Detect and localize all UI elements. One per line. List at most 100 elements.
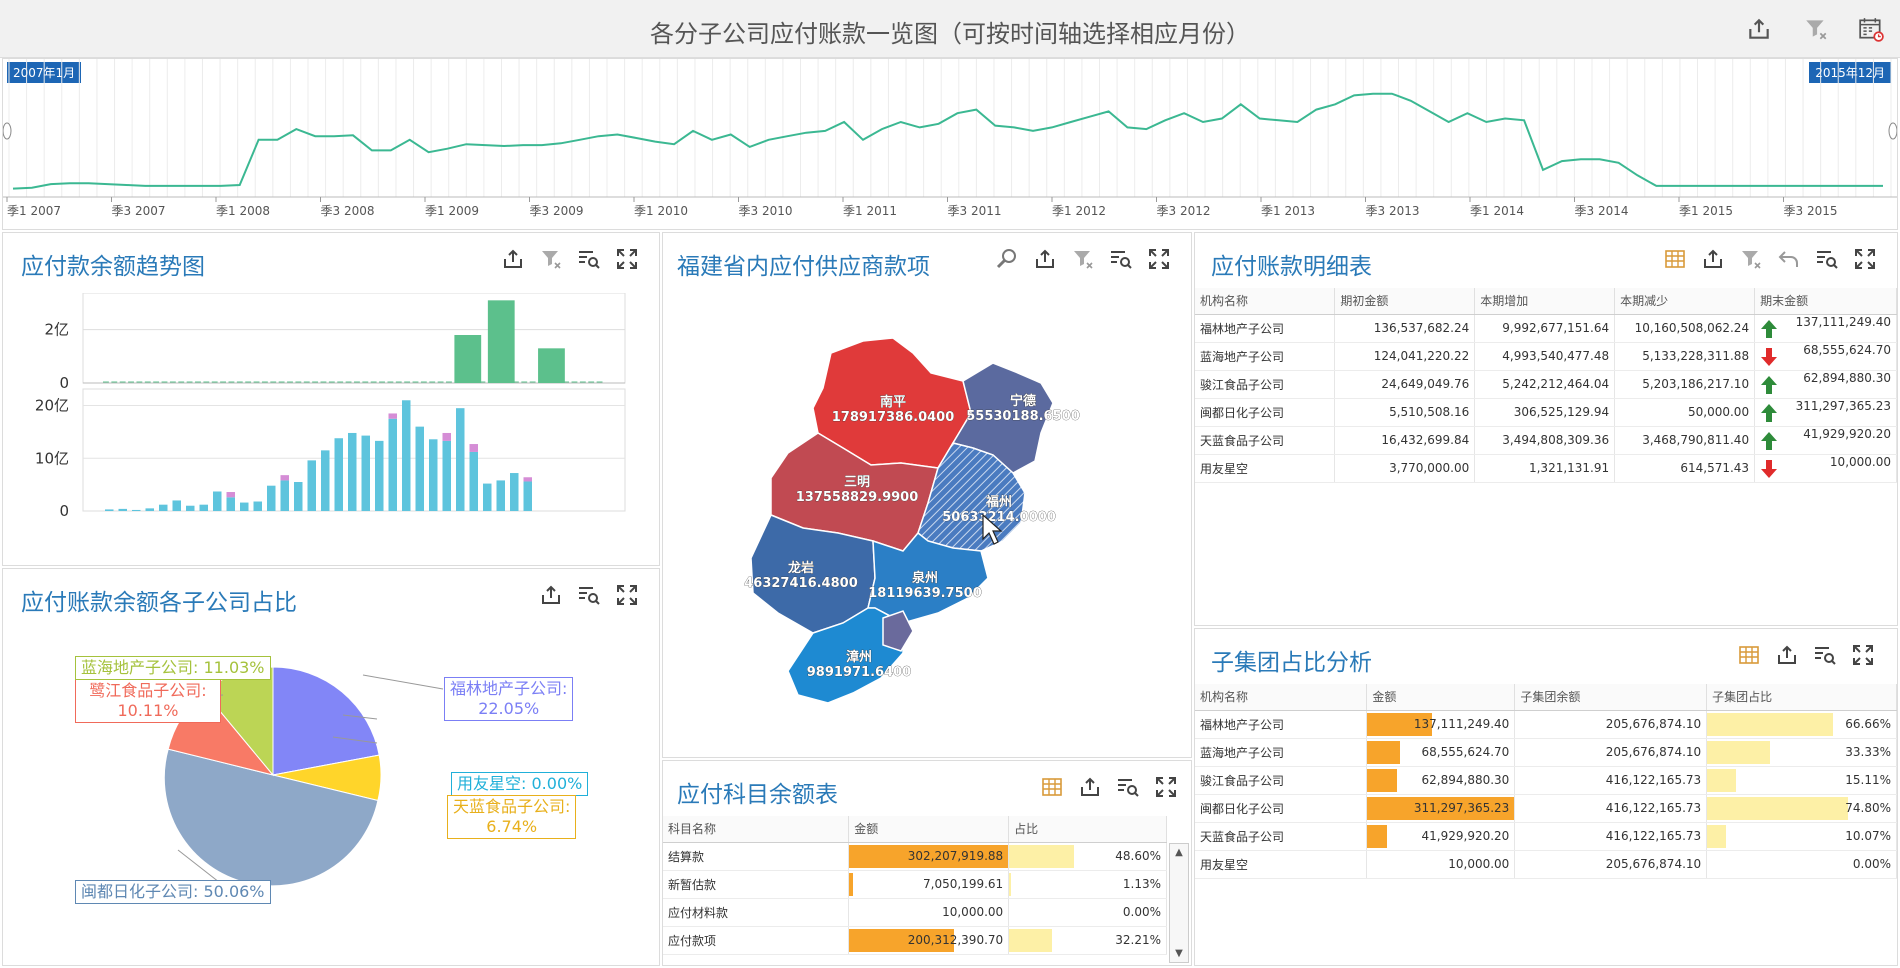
fullscreen-button[interactable] xyxy=(613,245,641,273)
trend-chart[interactable]: 2亿 0 20亿 10亿 0 xyxy=(3,293,659,563)
fullscreen-button[interactable] xyxy=(1849,641,1877,669)
table-row[interactable]: 用友星空 10,000.00 205,676,874.10 0.00% xyxy=(1195,850,1897,879)
chart1-bar[interactable] xyxy=(538,348,565,383)
chart2-bar[interactable] xyxy=(483,483,492,511)
chart2-bar[interactable] xyxy=(186,505,195,511)
column-header[interactable]: 金额 xyxy=(848,816,1010,843)
fullscreen-button[interactable] xyxy=(1851,245,1879,273)
column-header[interactable]: 本期减少 xyxy=(1614,288,1756,315)
table-row[interactable]: 蓝海地产子公司 68,555,624.70 205,676,874.10 33.33% xyxy=(1195,738,1897,767)
table-row[interactable]: 应付材料款 10,000.00 0.00% xyxy=(663,898,1167,927)
chart2-bar[interactable] xyxy=(240,502,249,511)
chart2-accent-bar[interactable] xyxy=(226,492,236,498)
chart2-bar[interactable] xyxy=(361,435,371,511)
chart2-bar[interactable] xyxy=(267,485,276,511)
export-button[interactable] xyxy=(1076,773,1104,801)
undo-button[interactable] xyxy=(1775,245,1803,273)
export-button[interactable] xyxy=(1031,245,1059,273)
grid-view-button[interactable] xyxy=(1661,245,1689,273)
grid-view-button[interactable] xyxy=(1735,641,1763,669)
chart2-accent-bar[interactable] xyxy=(523,477,533,482)
table-row[interactable]: 骏江食品子公司 24,649,049.76 5,242,212,464.04 5,20… xyxy=(1195,370,1897,399)
chart1-bar[interactable] xyxy=(454,335,482,383)
column-header[interactable]: 金额 xyxy=(1366,684,1516,711)
table-row[interactable]: 蓝海地产子公司 124,041,220.22 4,993,540,477.48 5,1… xyxy=(1195,342,1897,371)
chart2-accent-bar[interactable] xyxy=(442,432,452,441)
clear-filter-button[interactable] xyxy=(1069,245,1097,273)
export-button[interactable] xyxy=(1773,641,1801,669)
table-row[interactable]: 福林地产子公司 136,537,682.24 9,992,677,151.64 10,… xyxy=(1195,314,1897,343)
chart2-accent-bar[interactable] xyxy=(280,475,290,481)
column-header[interactable]: 机构名称 xyxy=(1195,684,1368,711)
scroll-down-icon[interactable]: ▼ xyxy=(1170,948,1188,959)
column-header[interactable]: 占比 xyxy=(1008,816,1167,843)
chart2-bar[interactable] xyxy=(496,480,506,511)
table-row[interactable]: 新暂估款 7,050,199.61 1.13% xyxy=(663,870,1167,899)
chart2-bar[interactable] xyxy=(132,509,141,511)
chart2-bar[interactable] xyxy=(213,491,222,511)
table-row[interactable]: 天蓝食品子公司 16,432,699.84 3,494,808,309.36 3,46… xyxy=(1195,426,1897,455)
chart2-bar[interactable] xyxy=(253,501,263,511)
timeline-panel[interactable]: 2007年1月 2015年12月 季1 2007 季3 2007 季1 2008 季3… xyxy=(2,58,1898,230)
chart2-bar[interactable] xyxy=(375,440,384,511)
column-header[interactable]: 子集团余额 xyxy=(1514,684,1708,711)
drill-button[interactable] xyxy=(1114,773,1142,801)
column-header[interactable]: 本期增加 xyxy=(1474,288,1616,315)
export-button[interactable] xyxy=(1744,14,1774,44)
chart2-bar[interactable] xyxy=(307,460,317,511)
chart2-bar[interactable] xyxy=(510,473,519,511)
chart2-bar[interactable] xyxy=(334,438,344,511)
chart2-bar[interactable] xyxy=(456,408,465,511)
table-row[interactable]: 应付款项 200,312,390.70 32.21% xyxy=(663,926,1167,955)
fullscreen-button[interactable] xyxy=(613,581,641,609)
table-row[interactable]: 骏江食品子公司 62,894,880.30 416,122,165.73 15.11% xyxy=(1195,766,1897,795)
chart2-bar[interactable] xyxy=(226,497,236,511)
chart2-bar[interactable] xyxy=(348,432,357,511)
export-button[interactable] xyxy=(1699,245,1727,273)
timeline-left-handle[interactable] xyxy=(3,122,12,140)
timeline-line[interactable] xyxy=(12,92,1883,190)
chart2-bar[interactable] xyxy=(469,451,479,511)
chart2-bar[interactable] xyxy=(523,481,533,511)
chart2-bar[interactable] xyxy=(145,508,155,511)
chart2-bar[interactable] xyxy=(402,400,411,511)
chart2-bar[interactable] xyxy=(118,508,128,511)
export-button[interactable] xyxy=(537,581,565,609)
fullscreen-button[interactable] xyxy=(1152,773,1180,801)
chart2-bar[interactable] xyxy=(321,450,330,511)
column-header[interactable]: 机构名称 xyxy=(1195,288,1336,315)
calendar-button[interactable] xyxy=(1856,14,1886,44)
column-header[interactable]: 科目名称 xyxy=(663,816,850,843)
column-header[interactable]: 期初金额 xyxy=(1334,288,1476,315)
drill-button[interactable] xyxy=(1107,245,1135,273)
chart2-bar[interactable] xyxy=(280,480,290,511)
drill-button[interactable] xyxy=(575,581,603,609)
chart2-bar[interactable] xyxy=(159,504,168,511)
chart2-accent-bar[interactable] xyxy=(469,444,479,452)
chart2-accent-bar[interactable] xyxy=(388,413,398,419)
scroll-up-icon[interactable]: ▲ xyxy=(1170,847,1188,858)
clear-filter-button[interactable] xyxy=(1737,245,1765,273)
chart2-bar[interactable] xyxy=(442,440,452,511)
timeline-chart[interactable]: 季1 2007 季3 2007 季1 2008 季3 2008 季1 2009 季3 20… xyxy=(3,59,1897,229)
table-row[interactable]: 用友星空 3,770,000.00 1,321,131.91 614,571.43 10… xyxy=(1195,454,1897,483)
drill-button[interactable] xyxy=(1813,245,1841,273)
export-button[interactable] xyxy=(499,245,527,273)
timeline-right-handle[interactable] xyxy=(1888,122,1897,140)
column-header[interactable]: 期末金额 xyxy=(1754,288,1897,315)
table-row[interactable]: 闽都日化子公司 5,510,508.16 306,525,129.94 50,000.… xyxy=(1195,398,1897,427)
clear-filter-button[interactable] xyxy=(537,245,565,273)
chart2-bar[interactable] xyxy=(294,482,303,511)
chart2-bar[interactable] xyxy=(172,500,182,511)
table-row[interactable]: 结算款 302,207,919.88 48.60% xyxy=(663,842,1167,871)
drill-button[interactable] xyxy=(1811,641,1839,669)
chart2-bar[interactable] xyxy=(415,426,425,511)
column-header[interactable]: 子集团占比 xyxy=(1706,684,1897,711)
table-row[interactable]: 天蓝食品子公司 41,929,920.20 416,122,165.73 10.07% xyxy=(1195,822,1897,851)
table-row[interactable]: 闽都日化子公司 311,297,365.23 416,122,165.73 74.80… xyxy=(1195,794,1897,823)
zoom-button[interactable] xyxy=(993,245,1021,273)
grid-view-button[interactable] xyxy=(1038,773,1066,801)
clear-filter-button[interactable] xyxy=(1801,14,1831,44)
fujian-map[interactable]: 南平 178917386.0400 宁德 55530188.6500 三明 13… xyxy=(663,293,1191,753)
fullscreen-button[interactable] xyxy=(1145,245,1173,273)
